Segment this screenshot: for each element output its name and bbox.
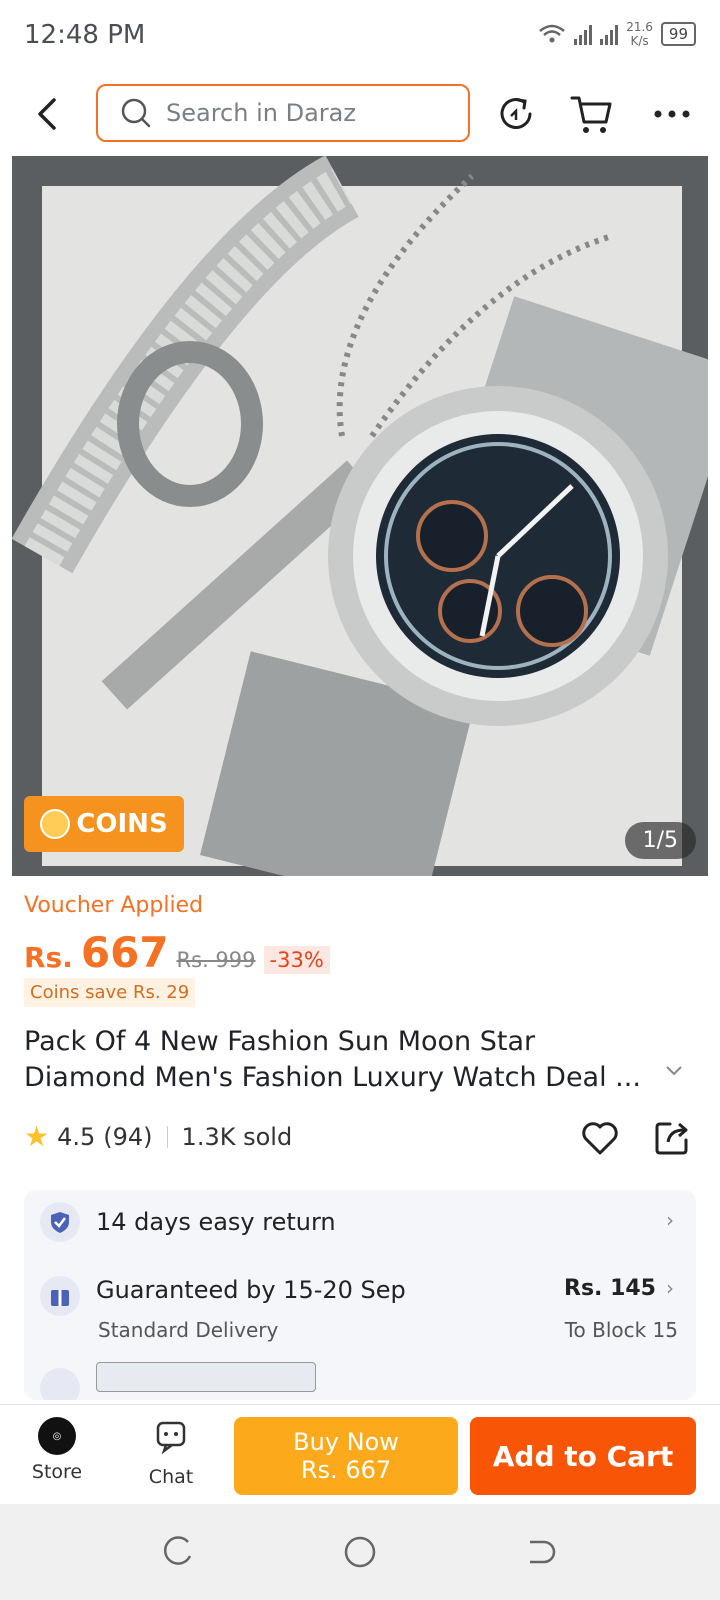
store-logo-icon: ◎: [38, 1417, 76, 1455]
refresh-icon[interactable]: [494, 92, 538, 136]
back-icon[interactable]: [522, 1534, 558, 1570]
return-policy-row[interactable]: 14 days easy return ›: [24, 1190, 696, 1250]
rating-value: 4.5: [57, 1122, 96, 1151]
chat-button[interactable]: Chat: [126, 1417, 216, 1488]
share-icon[interactable]: [654, 1118, 692, 1156]
review-count: (94): [103, 1122, 153, 1151]
cart-icon[interactable]: [570, 92, 614, 136]
star-icon: ★: [24, 1120, 50, 1153]
voucher-label: Voucher Applied: [24, 893, 204, 918]
chat-icon: [156, 1421, 186, 1455]
buy-now-price: Rs. 667: [300, 1456, 392, 1484]
buy-now-button[interactable]: Buy Now Rs. 667: [234, 1417, 458, 1495]
discount-badge: -33%: [263, 946, 330, 974]
divider: [166, 1125, 168, 1148]
wifi-icon: [539, 24, 565, 43]
delivery-type-label: Standard Delivery: [98, 1318, 279, 1342]
delivery-guarantee-label: Guaranteed by 15-20 Sep: [96, 1276, 406, 1304]
status-time: 12:48 PM: [24, 20, 146, 50]
chevron-down-icon[interactable]: [664, 1060, 684, 1080]
coin-icon: [40, 809, 71, 839]
battery-icon: 99: [660, 22, 696, 46]
coins-badge-label: COINS: [76, 809, 168, 839]
delivery-location: To Block 15: [564, 1318, 678, 1342]
service-card: 14 days easy return › Guaranteed by 15-2…: [24, 1190, 696, 1400]
spec-chip: [96, 1362, 316, 1392]
system-nav-bar: [0, 1504, 720, 1600]
search-placeholder: Search in Daraz: [166, 99, 356, 127]
buy-now-label: Buy Now: [293, 1428, 399, 1456]
delivery-price: Rs. 145: [564, 1276, 656, 1301]
home-icon[interactable]: [342, 1534, 378, 1570]
image-pager: 1/5: [624, 822, 696, 859]
chevron-right-icon: ›: [666, 1208, 674, 1232]
shield-check-icon: [40, 1202, 80, 1242]
recent-apps-icon[interactable]: [160, 1534, 196, 1570]
product-image[interactable]: COINS 1/5: [12, 156, 708, 876]
chevron-right-icon: ›: [666, 1276, 674, 1300]
coins-badge: COINS: [24, 796, 184, 852]
top-bar: Search in Daraz: [0, 72, 720, 156]
signal-icon-2: [600, 23, 619, 45]
network-speed: 21.6 K/s: [626, 20, 653, 48]
product-title: Pack Of 4 New Fashion Sun Moon Star Diam…: [24, 1026, 641, 1093]
store-label: Store: [31, 1461, 83, 1483]
gift-box-icon: [40, 1276, 80, 1316]
search-input[interactable]: Search in Daraz: [96, 84, 470, 142]
coins-save-label: Coins save Rs. 29: [24, 978, 196, 1007]
more-options-icon[interactable]: [650, 92, 694, 136]
delivery-row[interactable]: Guaranteed by 15-20 Sep Standard Deliver…: [24, 1260, 696, 1350]
signal-icon: [574, 23, 593, 45]
list-icon: [40, 1368, 80, 1400]
product-photo: [12, 156, 708, 876]
price-row: Rs. 667 Rs. 999 -33%: [24, 928, 330, 977]
original-price: Rs. 999: [176, 948, 256, 972]
price-currency: Rs.: [24, 941, 73, 974]
price-amount: 667: [80, 928, 169, 977]
specs-row-partial: [24, 1362, 696, 1400]
status-bar: 12:48 PM 21.6 K/s 99: [0, 0, 720, 72]
back-arrow-icon[interactable]: [30, 94, 66, 134]
rating-row[interactable]: ★ 4.5 (94) 1.3K sold: [24, 1120, 292, 1153]
status-icons: 21.6 K/s 99: [538, 20, 696, 48]
chat-label: Chat: [148, 1466, 194, 1488]
wishlist-heart-icon[interactable]: [580, 1118, 620, 1158]
bottom-action-bar: ◎ Store Chat Buy Now Rs. 667 Add to Cart: [0, 1404, 720, 1504]
search-icon: [121, 98, 151, 128]
return-policy-label: 14 days easy return: [96, 1208, 336, 1236]
add-to-cart-button[interactable]: Add to Cart: [470, 1417, 696, 1495]
store-button[interactable]: ◎ Store: [12, 1417, 102, 1483]
sold-count: 1.3K sold: [181, 1122, 293, 1151]
